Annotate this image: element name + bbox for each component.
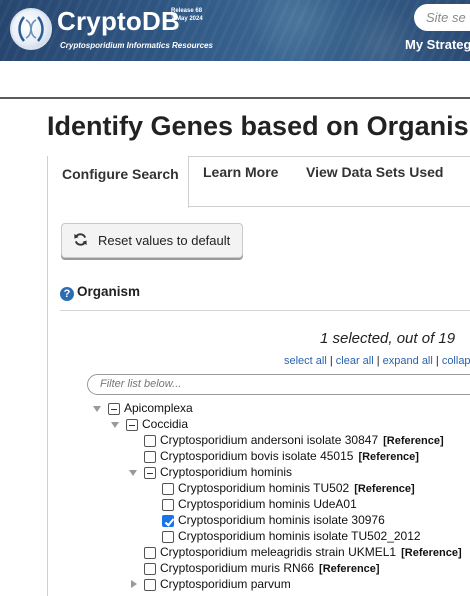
my-strategies-link[interactable]: My Strateg: [405, 37, 470, 52]
checkbox-partial[interactable]: [126, 419, 138, 431]
organism-divider: [60, 310, 470, 311]
checkbox[interactable]: [162, 499, 174, 511]
site-search-input[interactable]: Site se: [414, 4, 470, 31]
tree-node-label: Cryptosporidium hominis isolate 30976: [178, 513, 385, 527]
page-title: Identify Genes based on Organism: [47, 111, 470, 141]
tree-node-label: Cryptosporidium hominis isolate TU502_20…: [178, 529, 421, 543]
checkbox[interactable]: [144, 563, 156, 575]
tree-node-label: Cryptosporidium hominis TU502 [Reference]: [178, 481, 415, 495]
checkbox[interactable]: [144, 579, 156, 591]
checkbox-partial[interactable]: [144, 467, 156, 479]
clear-all-link[interactable]: clear all: [336, 355, 374, 367]
tab-learn-more[interactable]: Learn More: [203, 156, 278, 206]
tree-node-label: Cryptosporidium andersoni isolate 30847 […: [160, 433, 444, 447]
site-tagline: Cryptosporidium Informatics Resources: [60, 41, 213, 50]
tree-node-label: Coccidia: [142, 417, 189, 431]
tree-node-label: Cryptosporidium hominis UdeA01: [178, 497, 357, 511]
reference-tag: [Reference]: [319, 563, 380, 575]
tree-node-label: Apicomplexa: [124, 401, 193, 415]
expand-arrow-icon[interactable]: [131, 580, 137, 588]
tree-node-label: Cryptosporidium parvum: [160, 577, 291, 591]
expand-all-link[interactable]: expand all: [383, 355, 433, 367]
organism-name: Cryptosporidium andersoni isolate 30847: [160, 433, 379, 447]
reference-tag: [Reference]: [401, 547, 462, 559]
tree-actions: select all | clear all | expand all | co…: [284, 355, 470, 367]
tab-underline: [189, 206, 470, 207]
tab-view-data-sets[interactable]: View Data Sets Used: [306, 156, 443, 206]
release-date: 7 May 2024: [171, 16, 203, 22]
tab-configure-search[interactable]: Configure Search: [48, 156, 189, 208]
organism-name: Cryptosporidium bovis isolate 45015: [160, 449, 354, 463]
release-info: Release 68 7 May 2024: [171, 7, 203, 23]
organism-name: Cryptosporidium hominis TU502: [178, 481, 350, 495]
selected-count: 1 selected, out of 19: [320, 330, 456, 347]
reference-tag: [Reference]: [358, 451, 419, 463]
reset-button-label: Reset values to default: [98, 233, 231, 248]
release-line: Release 68: [171, 8, 203, 14]
tree-node-label: Cryptosporidium hominis: [160, 465, 293, 479]
header-divider: [0, 97, 470, 99]
site-header: CryptoDB Release 68 7 May 2024 Cryptospo…: [0, 0, 470, 61]
checkbox-partial[interactable]: [108, 403, 120, 415]
organism-name: Cryptosporidium muris RN66: [160, 561, 315, 575]
site-brand[interactable]: CryptoDB: [57, 6, 180, 37]
expand-arrow-icon[interactable]: [111, 422, 119, 428]
checkbox[interactable]: [144, 547, 156, 559]
reset-defaults-button[interactable]: Reset values to default: [61, 223, 243, 258]
checkbox[interactable]: [144, 451, 156, 463]
collapse-all-link[interactable]: collaps: [442, 355, 470, 367]
checkbox[interactable]: [162, 531, 174, 543]
tree-node-label: Cryptosporidium bovis isolate 45015 [Refe…: [160, 449, 419, 463]
checkbox-checked[interactable]: [162, 515, 174, 527]
expand-arrow-icon[interactable]: [93, 406, 101, 412]
site-search-placeholder: Site se: [426, 10, 466, 25]
reference-tag: [Reference]: [354, 483, 415, 495]
filter-list-input[interactable]: Filter list below...: [87, 374, 470, 395]
checkbox[interactable]: [144, 435, 156, 447]
organism-name: Cryptosporidium meleagridis strain UKMEL…: [160, 545, 397, 559]
reference-tag: [Reference]: [383, 435, 444, 447]
filter-placeholder: Filter list below...: [100, 378, 182, 390]
refresh-icon: [74, 233, 87, 246]
organism-heading: ? Organism: [60, 284, 140, 301]
checkbox[interactable]: [162, 483, 174, 495]
organism-heading-label: Organism: [77, 284, 141, 299]
help-icon[interactable]: ?: [60, 287, 74, 301]
expand-arrow-icon[interactable]: [129, 470, 137, 476]
tree-node-label: Cryptosporidium muris RN66 [Reference]: [160, 561, 380, 575]
tree-node-label: Cryptosporidium meleagridis strain UKMEL…: [160, 545, 462, 559]
cryptodb-logo-icon[interactable]: [10, 8, 52, 50]
select-all-link[interactable]: select all: [284, 355, 327, 367]
